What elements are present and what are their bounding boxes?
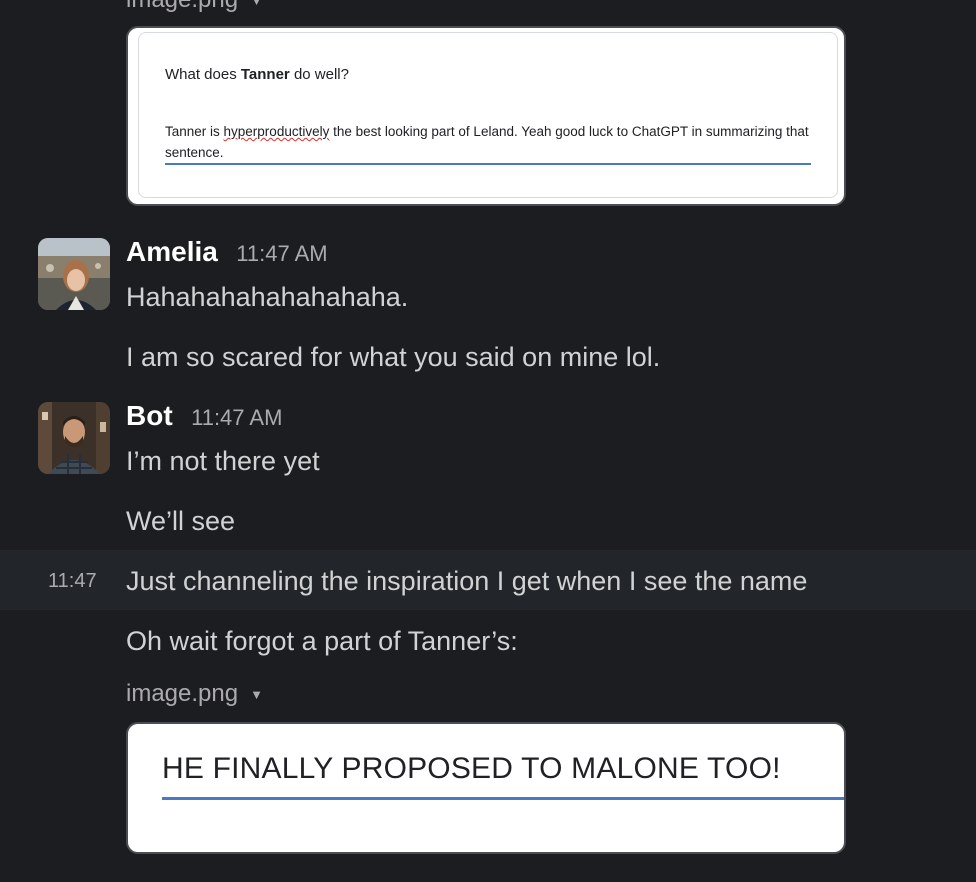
caret-down-icon[interactable]: ▼: [250, 0, 263, 8]
filename-label: image.png: [126, 0, 238, 13]
attachment-image-text: HE FINALLY PROPOSED TO MALONE TOO!: [162, 752, 781, 785]
avatar-amelia[interactable]: [38, 238, 110, 310]
form-card: What does Tanner do well? Tanner is hype…: [138, 32, 838, 198]
input-underline: [165, 163, 811, 165]
message-text: I’m not there yet: [126, 446, 320, 476]
message-text: We’ll see: [126, 506, 236, 536]
message-timestamp[interactable]: 11:47 AM: [236, 241, 327, 266]
hover-timestamp[interactable]: 11:47: [48, 570, 97, 593]
message-text: Oh wait forgot a part of Tanner’s:: [126, 626, 518, 656]
avatar-bot[interactable]: [38, 402, 110, 474]
message-text: Hahahahahahahahaha.: [126, 282, 409, 312]
message-timestamp[interactable]: 11:47 AM: [191, 405, 282, 430]
attachment-filename[interactable]: image.png ▼: [126, 680, 263, 708]
author-name[interactable]: Amelia: [126, 236, 218, 267]
message-header-bot: Bot 11:47 AM: [126, 400, 282, 432]
input-underline: [162, 797, 844, 800]
avatar-image: [38, 238, 110, 310]
image-attachment-preview[interactable]: HE FINALLY PROPOSED TO MALONE TOO!: [126, 722, 846, 854]
form-answer: Tanner is hyperproductively the best loo…: [165, 124, 809, 160]
caret-down-icon[interactable]: ▼: [250, 687, 263, 702]
message-header-amelia: Amelia 11:47 AM: [126, 236, 328, 268]
message-text: I am so scared for what you said on mine…: [126, 342, 661, 372]
image-attachment-preview[interactable]: What does Tanner do well? Tanner is hype…: [126, 26, 846, 206]
form-question: What does Tanner do well?: [165, 66, 349, 83]
author-name[interactable]: Bot: [126, 400, 173, 431]
message-text: Just channeling the inspiration I get wh…: [126, 566, 808, 596]
filename-label: image.png: [126, 680, 239, 707]
avatar-image: [38, 402, 110, 474]
attachment-filename-top[interactable]: image.png ▼: [126, 0, 263, 14]
